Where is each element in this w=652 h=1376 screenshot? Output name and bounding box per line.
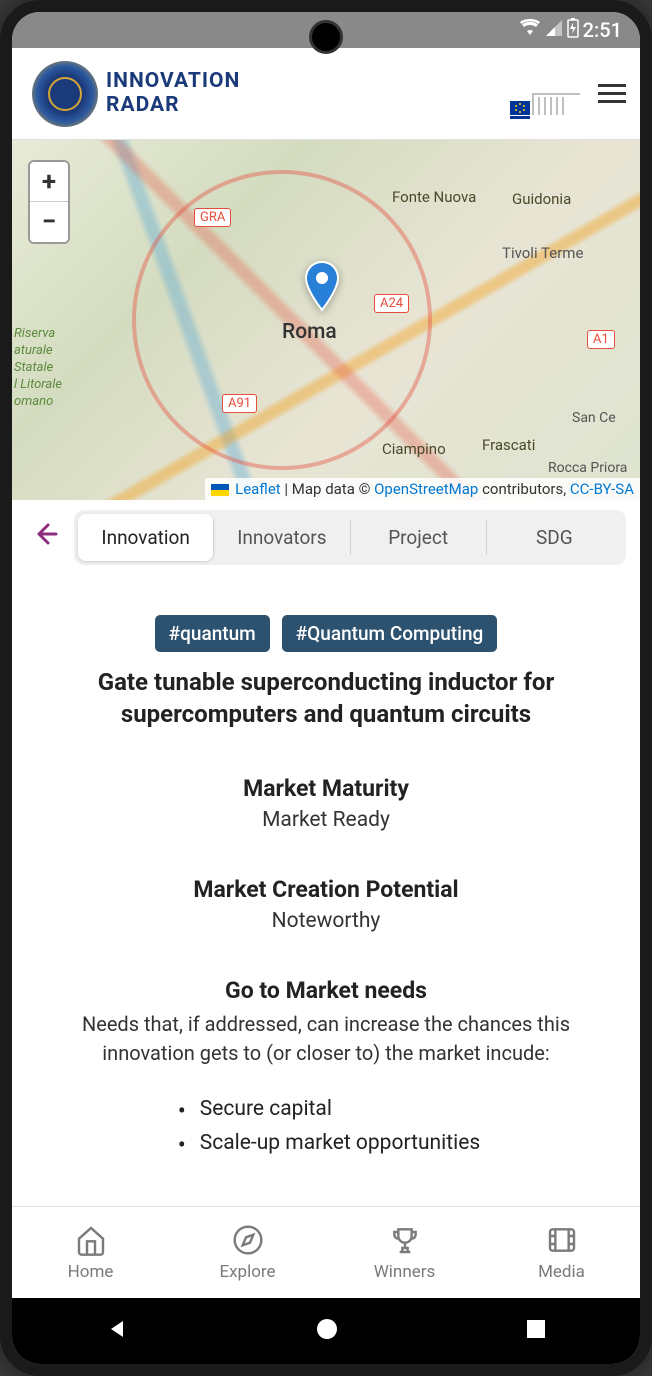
maturity-heading: Market Maturity [42,775,610,802]
app-logo[interactable]: INNOVATION RADAR [32,61,240,127]
map-city-tivoli: Tivoli Terme [502,244,583,262]
map-region-riserva: Riserva aturale Statale l Litorale omano [14,326,62,410]
needs-description: Needs that, if addressed, can increase t… [42,1010,610,1068]
nav-home-label: Home [68,1262,114,1282]
map-city-ciampino: Ciampino [382,440,446,458]
nav-winners-label: Winners [374,1262,436,1282]
zoom-out-button[interactable]: − [30,202,68,242]
potential-heading: Market Creation Potential [42,876,610,903]
map-city-roma: Roma [282,320,337,344]
zoom-in-button[interactable]: + [30,162,68,202]
nav-media-label: Media [538,1262,585,1282]
status-icons: 2:51 [519,18,622,43]
needs-list: Secure capital Scale-up market opportuni… [172,1092,480,1160]
license-link[interactable]: CC-BY-SA [570,480,634,498]
home-icon [75,1224,107,1256]
system-recents-button[interactable] [525,1318,547,1344]
nav-explore[interactable]: Explore [169,1207,326,1298]
tab-sdg[interactable]: SDG [487,514,622,561]
nav-home[interactable]: Home [12,1207,169,1298]
nav-explore-label: Explore [219,1262,275,1282]
maturity-value: Market Ready [42,808,610,832]
signal-icon [545,18,563,42]
compass-icon [232,1224,264,1256]
system-nav-bar [12,1298,640,1364]
ukraine-flag-icon [211,484,229,496]
section-market-potential: Market Creation Potential Noteworthy [42,876,610,933]
list-item: Secure capital [172,1092,480,1126]
system-home-button[interactable] [315,1317,339,1345]
map-marker-icon[interactable] [302,260,342,318]
bottom-nav: Home Explore Winners Media [12,1206,640,1298]
leaflet-link[interactable]: Leaflet [235,480,281,498]
map-city-frascati: Frascati [482,436,535,454]
menu-button[interactable] [598,84,626,103]
map-road-a91: A91 [222,394,257,413]
phone-frame: 2:51 INNOVATION RADAR [0,0,652,1376]
wifi-icon [519,18,541,42]
map[interactable]: + − Roma Fonte Nuova Guidonia Tivoli Ter… [12,140,640,500]
back-button[interactable] [26,517,64,558]
tags-row: #quantum #Quantum Computing [42,615,610,652]
nav-media[interactable]: Media [483,1207,640,1298]
phone-camera-notch [309,20,343,54]
tag-quantum[interactable]: #quantum [155,615,270,652]
map-road-a24: A24 [374,294,409,313]
map-road-gra: GRA [194,208,231,227]
needs-heading: Go to Market needs [42,977,610,1004]
battery-charging-icon [567,18,579,43]
zoom-controls: + − [28,160,70,244]
film-icon [546,1224,578,1256]
tab-innovation[interactable]: Innovation [78,514,213,561]
potential-value: Noteworthy [42,909,610,933]
map-attribution: Leaflet | Map data © OpenStreetMap contr… [205,478,640,500]
tabs: Innovation Innovators Project SDG [74,510,626,565]
tag-quantum-computing[interactable]: #Quantum Computing [282,615,498,652]
map-road-a1: A1 [587,330,615,349]
tab-innovators[interactable]: Innovators [214,514,349,561]
list-item: Scale-up market opportunities [172,1126,480,1160]
nav-winners[interactable]: Winners [326,1207,483,1298]
main-content: #quantum #Quantum Computing Gate tunable… [12,575,640,1206]
osm-link[interactable]: OpenStreetMap [374,480,478,498]
european-commission-logo [504,69,584,119]
tab-project[interactable]: Project [351,514,486,561]
section-go-to-market: Go to Market needs Needs that, if addres… [42,977,610,1160]
tabs-bar: Innovation Innovators Project SDG [12,500,640,575]
map-city-fontenuova: Fonte Nuova [392,188,476,206]
trophy-icon [389,1224,421,1256]
map-city-guidonia: Guidonia [512,190,571,208]
app-header: INNOVATION RADAR [12,48,640,140]
map-city-sanc: San Ce [572,410,616,426]
system-back-button[interactable] [105,1317,129,1345]
logo-text: INNOVATION RADAR [106,70,240,116]
map-city-roccapriora: Rocca Priora [548,460,627,476]
status-time: 2:51 [583,18,622,42]
innovation-title: Gate tunable superconducting inductor fo… [42,666,610,731]
section-market-maturity: Market Maturity Market Ready [42,775,610,832]
phone-screen: 2:51 INNOVATION RADAR [12,12,640,1364]
radar-logo-icon [32,61,98,127]
